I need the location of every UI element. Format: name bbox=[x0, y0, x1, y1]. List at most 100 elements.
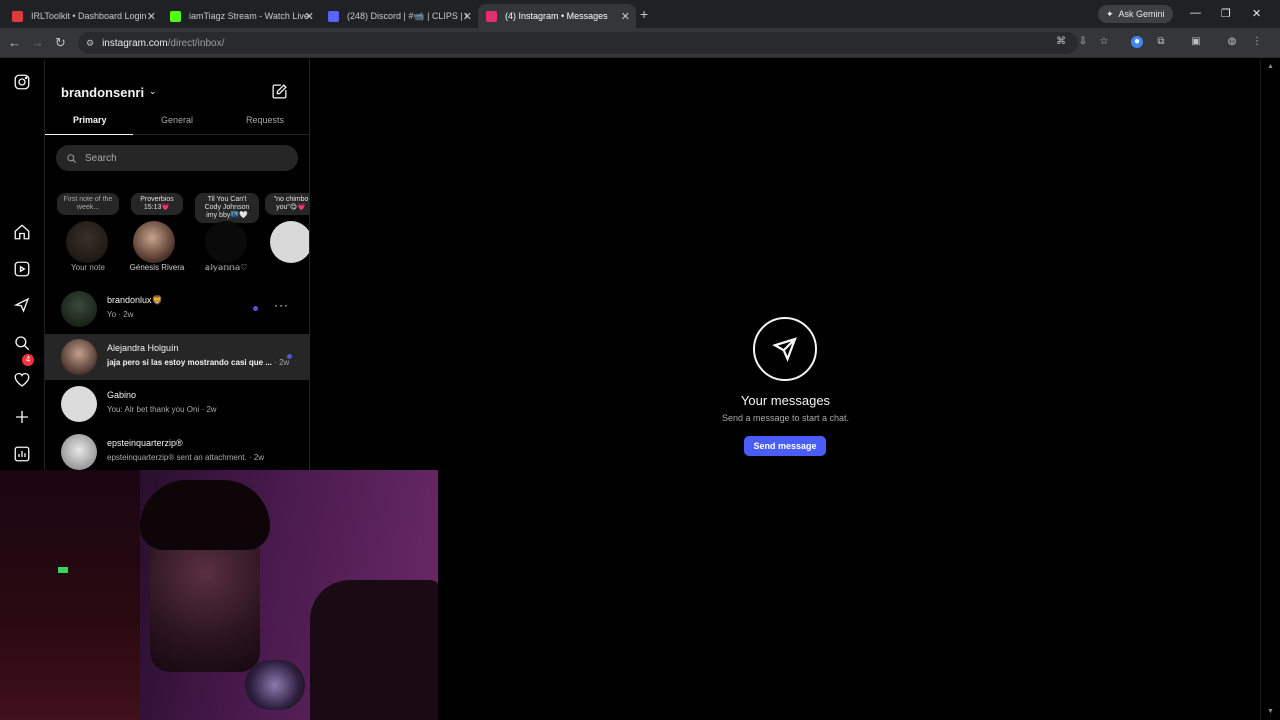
thread-row[interactable]: epsteinquarterzip® epsteinquarterzip® se… bbox=[45, 429, 309, 470]
thread-preview: Yo · 2w bbox=[107, 310, 134, 319]
back-icon[interactable]: ← bbox=[8, 35, 21, 50]
tab-title: iamTiagz Stream - Watch Live o bbox=[189, 11, 309, 21]
thread-name: Alejandra Holguín bbox=[107, 343, 179, 353]
empty-state-subtitle: Send a message to start a chat. bbox=[721, 413, 850, 423]
url-host: instagram.com bbox=[102, 37, 168, 49]
thread-row[interactable]: Alejandra Holguín jaja pero si las estoy… bbox=[45, 334, 309, 380]
chevron-down-icon[interactable]: ⌄ bbox=[149, 86, 157, 97]
install-app-icon[interactable]: ⇩ bbox=[1077, 36, 1089, 48]
thread-time: 2w bbox=[279, 358, 290, 367]
thread-time: 2w bbox=[123, 310, 134, 319]
browser-menu-icon[interactable]: ⋮ bbox=[1251, 36, 1263, 48]
search-nav-icon[interactable] bbox=[12, 333, 32, 353]
streamer-hair bbox=[140, 480, 270, 550]
empty-state-title: Your messages bbox=[740, 393, 831, 408]
note-text: Til You Can't Cody Johnson imy bby🌃🤍 bbox=[195, 193, 259, 223]
kick-favicon-icon bbox=[170, 10, 181, 22]
notification-badge: 4 bbox=[22, 354, 34, 366]
page-scrollbar[interactable]: ▲ ▼ bbox=[1260, 59, 1280, 720]
active-tab-indicator bbox=[45, 134, 133, 135]
account-username[interactable]: brandonsenri bbox=[61, 85, 144, 100]
note-owner-name: Génesis Rivera bbox=[129, 263, 185, 272]
note-bubble[interactable]: Til You Can't Cody Johnson imy bby🌃🤍 bbox=[195, 193, 259, 223]
ask-gemini-label: Ask Gemini bbox=[1118, 9, 1165, 19]
browser-tab[interactable]: iamTiagz Stream - Watch Live o ✕ bbox=[162, 4, 320, 28]
instagram-favicon-icon bbox=[486, 10, 497, 22]
browser-tab-active[interactable]: (4) Instagram • Messages ✕ bbox=[478, 4, 636, 28]
close-window-icon[interactable]: ✕ bbox=[1252, 7, 1261, 20]
tab-requests[interactable]: Requests bbox=[246, 115, 284, 125]
tab-title: (248) Discord | #📹 | CLIPS | Ob bbox=[347, 10, 467, 21]
avatar bbox=[61, 291, 97, 327]
note-owner-name: 𝕒𝕚𝕪𝕒𝕟𝕟𝕒♡ bbox=[204, 263, 248, 272]
thread-message: You: Alr bet thank you Oni bbox=[107, 405, 200, 414]
avatar[interactable] bbox=[205, 221, 247, 263]
dashboard-icon[interactable] bbox=[12, 444, 32, 464]
forward-icon[interactable]: → bbox=[31, 35, 44, 50]
search-placeholder: Search bbox=[85, 152, 117, 164]
reload-icon[interactable]: ↻ bbox=[55, 35, 66, 51]
thread-preview: jaja pero si las estoy mostrando casi qu… bbox=[107, 358, 290, 367]
close-tab-icon[interactable]: ✕ bbox=[463, 10, 472, 23]
conversation-panel: Your messages Send a message to start a … bbox=[311, 59, 1260, 720]
note-bubble[interactable]: "no chimbo you"😋💗 bbox=[265, 193, 309, 215]
thread-time: 2w bbox=[206, 405, 217, 414]
search-input[interactable]: Search bbox=[56, 145, 298, 171]
note-bubble[interactable]: First note of the week... bbox=[57, 193, 119, 215]
avatar bbox=[61, 434, 97, 470]
scroll-down-icon[interactable]: ▼ bbox=[1267, 708, 1274, 715]
gemini-sparkle-icon: ✦ bbox=[1106, 8, 1114, 19]
green-led bbox=[58, 567, 68, 573]
tab-general[interactable]: General bbox=[161, 115, 193, 125]
browser-tab[interactable]: (248) Discord | #📹 | CLIPS | Ob ✕ bbox=[320, 4, 478, 28]
messages-icon[interactable] bbox=[12, 295, 32, 315]
scroll-up-icon[interactable]: ▲ bbox=[1267, 63, 1274, 70]
thread-preview: You: Alr bet thank you Oni · 2w bbox=[107, 405, 217, 414]
create-plus-icon[interactable] bbox=[12, 407, 32, 427]
instagram-logo-icon[interactable] bbox=[12, 72, 32, 92]
address-bar[interactable]: ⚙ instagram.com /direct/inbox/ bbox=[78, 32, 1078, 54]
notifications-heart-icon[interactable] bbox=[12, 370, 32, 390]
avatar[interactable] bbox=[133, 221, 175, 263]
unread-dot bbox=[253, 306, 258, 311]
avatar bbox=[61, 339, 97, 375]
browser-tab[interactable]: IRLToolkit • Dashboard Login ✕ bbox=[4, 4, 162, 28]
discord-favicon-icon bbox=[328, 10, 339, 22]
reels-icon[interactable] bbox=[12, 259, 32, 279]
translate-icon[interactable]: ⌘ bbox=[1055, 36, 1067, 48]
note-text: First note of the week... bbox=[57, 193, 119, 215]
extensions-puzzle-icon[interactable]: ⧉ bbox=[1155, 36, 1167, 48]
browser-toolbar: ← → ↻ ⚙ instagram.com /direct/inbox/ ⌘ ⇩… bbox=[0, 28, 1280, 58]
avatar bbox=[61, 386, 97, 422]
more-options-icon[interactable]: ··· bbox=[274, 298, 289, 312]
avatar[interactable] bbox=[66, 221, 108, 263]
side-panel-icon[interactable]: ▣ bbox=[1190, 36, 1202, 48]
note-bubble[interactable]: Proverbios 15:13💗 bbox=[131, 193, 183, 215]
thread-message: jaja pero si las estoy mostrando casi qu… bbox=[107, 358, 272, 367]
thread-message: Yo bbox=[107, 310, 117, 319]
send-message-button[interactable]: Send message bbox=[744, 436, 826, 456]
home-icon[interactable] bbox=[12, 222, 32, 242]
tab-primary[interactable]: Primary bbox=[73, 115, 107, 125]
thread-name: brandonlux🦁 bbox=[107, 295, 163, 305]
ask-gemini-button[interactable]: ✦ Ask Gemini bbox=[1098, 5, 1173, 23]
bookmark-star-icon[interactable]: ☆ bbox=[1098, 36, 1110, 48]
close-tab-icon[interactable]: ✕ bbox=[305, 10, 314, 23]
minimize-icon[interactable]: — bbox=[1190, 7, 1201, 19]
avatar[interactable] bbox=[270, 221, 309, 263]
thread-message: epsteinquarterzip® sent an attachment. bbox=[107, 453, 247, 462]
thread-name: Gabino bbox=[107, 390, 137, 400]
compose-message-icon[interactable] bbox=[271, 83, 288, 105]
thread-row[interactable]: Gabino You: Alr bet thank you Oni · 2w bbox=[45, 381, 309, 427]
profile-icon[interactable]: ◍ bbox=[1226, 36, 1238, 48]
tab-title: IRLToolkit • Dashboard Login bbox=[31, 11, 147, 21]
site-info-icon[interactable]: ⚙ bbox=[86, 38, 94, 49]
extension-icon[interactable]: ● bbox=[1131, 36, 1143, 48]
new-tab-icon[interactable]: + bbox=[640, 6, 648, 22]
close-tab-icon[interactable]: ✕ bbox=[147, 10, 156, 23]
close-tab-icon[interactable]: ✕ bbox=[621, 10, 630, 23]
thread-time: 2w bbox=[253, 453, 265, 462]
maximize-icon[interactable]: ❐ bbox=[1221, 7, 1231, 20]
background-shadow bbox=[0, 470, 140, 720]
thread-row[interactable]: brandonlux🦁 Yo · 2w ··· bbox=[45, 286, 309, 332]
